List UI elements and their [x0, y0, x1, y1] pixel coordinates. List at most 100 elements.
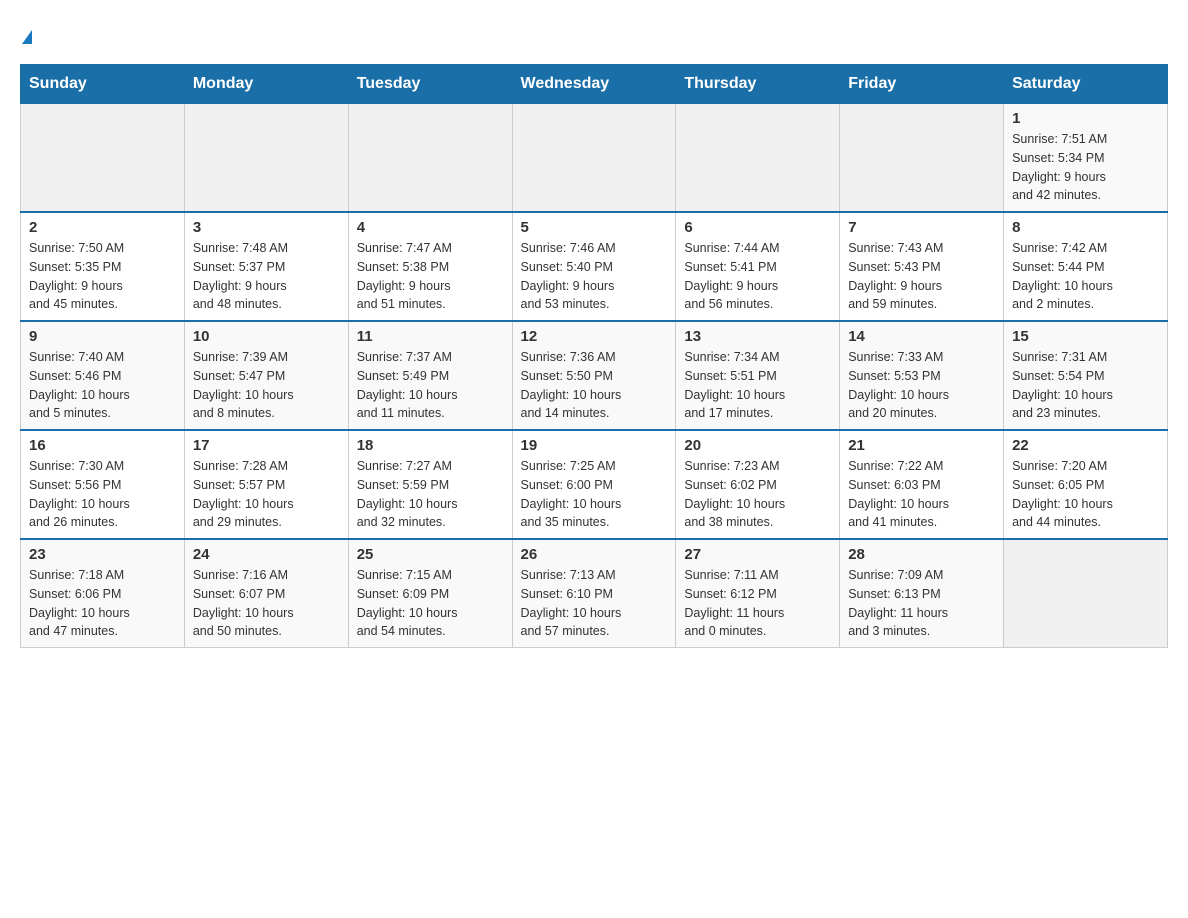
weekday-header-sunday: Sunday — [21, 65, 185, 104]
logo — [20, 20, 32, 48]
weekday-header-thursday: Thursday — [676, 65, 840, 104]
day-number: 21 — [848, 437, 995, 454]
day-info: Sunrise: 7:28 AM Sunset: 5:57 PM Dayligh… — [193, 457, 340, 532]
calendar-cell: 26 Sunrise: 7:13 AM Sunset: 6:10 PM Dayli… — [512, 539, 676, 648]
calendar-table: SundayMondayTuesdayWednesdayThursdayFrid… — [20, 64, 1168, 648]
day-number: 24 — [193, 546, 340, 563]
day-info: Sunrise: 7:23 AM Sunset: 6:02 PM Dayligh… — [684, 457, 831, 532]
calendar-cell: 6 Sunrise: 7:44 AM Sunset: 5:41 PM Daylig… — [676, 212, 840, 321]
calendar-week-row: 9 Sunrise: 7:40 AM Sunset: 5:46 PM Daylig… — [21, 321, 1168, 430]
day-info: Sunrise: 7:27 AM Sunset: 5:59 PM Dayligh… — [357, 457, 504, 532]
day-number: 20 — [684, 437, 831, 454]
day-info: Sunrise: 7:48 AM Sunset: 5:37 PM Dayligh… — [193, 239, 340, 314]
calendar-cell — [184, 104, 348, 213]
day-info: Sunrise: 7:50 AM Sunset: 5:35 PM Dayligh… — [29, 239, 176, 314]
day-info: Sunrise: 7:43 AM Sunset: 5:43 PM Dayligh… — [848, 239, 995, 314]
day-number: 12 — [521, 328, 668, 345]
logo-general-line — [20, 20, 32, 48]
calendar-cell — [512, 104, 676, 213]
day-number: 22 — [1012, 437, 1159, 454]
calendar-cell: 17 Sunrise: 7:28 AM Sunset: 5:57 PM Dayli… — [184, 430, 348, 539]
day-info: Sunrise: 7:47 AM Sunset: 5:38 PM Dayligh… — [357, 239, 504, 314]
day-number: 28 — [848, 546, 995, 563]
calendar-cell: 3Sunrise: 7:48 AM Sunset: 5:37 PM Daylig… — [184, 212, 348, 321]
calendar-cell — [348, 104, 512, 213]
calendar-cell — [840, 104, 1004, 213]
page-header — [20, 20, 1168, 48]
calendar-header: SundayMondayTuesdayWednesdayThursdayFrid… — [21, 65, 1168, 104]
day-info: Sunrise: 7:37 AM Sunset: 5:49 PM Dayligh… — [357, 348, 504, 423]
day-number: 14 — [848, 328, 995, 345]
day-number: 13 — [684, 328, 831, 345]
calendar-cell: 14 Sunrise: 7:33 AM Sunset: 5:53 PM Dayli… — [840, 321, 1004, 430]
calendar-cell: 21 Sunrise: 7:22 AM Sunset: 6:03 PM Dayli… — [840, 430, 1004, 539]
calendar-cell: 2 Sunrise: 7:50 AM Sunset: 5:35 PM Daylig… — [21, 212, 185, 321]
calendar-cell: 23Sunrise: 7:18 AM Sunset: 6:06 PM Dayli… — [21, 539, 185, 648]
day-number: 1 — [1012, 110, 1159, 127]
calendar-week-row: 16Sunrise: 7:30 AM Sunset: 5:56 PM Dayli… — [21, 430, 1168, 539]
day-number: 9 — [29, 328, 176, 345]
day-number: 26 — [521, 546, 668, 563]
day-info: Sunrise: 7:15 AM Sunset: 6:09 PM Dayligh… — [357, 566, 504, 641]
day-number: 23 — [29, 546, 176, 563]
calendar-cell: 20 Sunrise: 7:23 AM Sunset: 6:02 PM Dayli… — [676, 430, 840, 539]
day-info: Sunrise: 7:39 AM Sunset: 5:47 PM Dayligh… — [193, 348, 340, 423]
day-info: Sunrise: 7:31 AM Sunset: 5:54 PM Dayligh… — [1012, 348, 1159, 423]
calendar-cell: 22 Sunrise: 7:20 AM Sunset: 6:05 PM Dayli… — [1004, 430, 1168, 539]
calendar-cell: 12 Sunrise: 7:36 AM Sunset: 5:50 PM Dayli… — [512, 321, 676, 430]
day-number: 6 — [684, 219, 831, 236]
day-info: Sunrise: 7:20 AM Sunset: 6:05 PM Dayligh… — [1012, 457, 1159, 532]
day-info: Sunrise: 7:30 AM Sunset: 5:56 PM Dayligh… — [29, 457, 176, 532]
day-info: Sunrise: 7:36 AM Sunset: 5:50 PM Dayligh… — [521, 348, 668, 423]
calendar-cell — [21, 104, 185, 213]
day-number: 11 — [357, 328, 504, 345]
calendar-cell: 16Sunrise: 7:30 AM Sunset: 5:56 PM Dayli… — [21, 430, 185, 539]
weekday-header-monday: Monday — [184, 65, 348, 104]
weekday-header-friday: Friday — [840, 65, 1004, 104]
calendar-cell: 28 Sunrise: 7:09 AM Sunset: 6:13 PM Dayli… — [840, 539, 1004, 648]
day-number: 19 — [521, 437, 668, 454]
calendar-cell: 4 Sunrise: 7:47 AM Sunset: 5:38 PM Daylig… — [348, 212, 512, 321]
day-number: 5 — [521, 219, 668, 236]
calendar-cell: 19Sunrise: 7:25 AM Sunset: 6:00 PM Dayli… — [512, 430, 676, 539]
calendar-cell: 27 Sunrise: 7:11 AM Sunset: 6:12 PM Dayli… — [676, 539, 840, 648]
day-number: 15 — [1012, 328, 1159, 345]
calendar-cell: 13 Sunrise: 7:34 AM Sunset: 5:51 PM Dayli… — [676, 321, 840, 430]
calendar-cell: 24 Sunrise: 7:16 AM Sunset: 6:07 PM Dayli… — [184, 539, 348, 648]
day-number: 27 — [684, 546, 831, 563]
day-info: Sunrise: 7:34 AM Sunset: 5:51 PM Dayligh… — [684, 348, 831, 423]
day-info: Sunrise: 7:09 AM Sunset: 6:13 PM Dayligh… — [848, 566, 995, 641]
day-info: Sunrise: 7:22 AM Sunset: 6:03 PM Dayligh… — [848, 457, 995, 532]
day-info: Sunrise: 7:13 AM Sunset: 6:10 PM Dayligh… — [521, 566, 668, 641]
day-info: Sunrise: 7:33 AM Sunset: 5:53 PM Dayligh… — [848, 348, 995, 423]
weekday-header-row: SundayMondayTuesdayWednesdayThursdayFrid… — [21, 65, 1168, 104]
day-info: Sunrise: 7:16 AM Sunset: 6:07 PM Dayligh… — [193, 566, 340, 641]
day-number: 8 — [1012, 219, 1159, 236]
calendar-cell: 11 Sunrise: 7:37 AM Sunset: 5:49 PM Dayli… — [348, 321, 512, 430]
calendar-body: 1Sunrise: 7:51 AM Sunset: 5:34 PM Daylig… — [21, 104, 1168, 648]
calendar-cell: 7 Sunrise: 7:43 AM Sunset: 5:43 PM Daylig… — [840, 212, 1004, 321]
day-number: 7 — [848, 219, 995, 236]
day-info: Sunrise: 7:44 AM Sunset: 5:41 PM Dayligh… — [684, 239, 831, 314]
day-number: 2 — [29, 219, 176, 236]
weekday-header-saturday: Saturday — [1004, 65, 1168, 104]
day-info: Sunrise: 7:40 AM Sunset: 5:46 PM Dayligh… — [29, 348, 176, 423]
calendar-cell: 5 Sunrise: 7:46 AM Sunset: 5:40 PM Daylig… — [512, 212, 676, 321]
calendar-cell: 10Sunrise: 7:39 AM Sunset: 5:47 PM Dayli… — [184, 321, 348, 430]
calendar-cell: 1Sunrise: 7:51 AM Sunset: 5:34 PM Daylig… — [1004, 104, 1168, 213]
calendar-cell — [1004, 539, 1168, 648]
calendar-cell: 18 Sunrise: 7:27 AM Sunset: 5:59 PM Dayli… — [348, 430, 512, 539]
calendar-cell: 8 Sunrise: 7:42 AM Sunset: 5:44 PM Daylig… — [1004, 212, 1168, 321]
calendar-week-row: 2 Sunrise: 7:50 AM Sunset: 5:35 PM Daylig… — [21, 212, 1168, 321]
day-info: Sunrise: 7:11 AM Sunset: 6:12 PM Dayligh… — [684, 566, 831, 641]
day-number: 25 — [357, 546, 504, 563]
day-info: Sunrise: 7:46 AM Sunset: 5:40 PM Dayligh… — [521, 239, 668, 314]
weekday-header-tuesday: Tuesday — [348, 65, 512, 104]
day-info: Sunrise: 7:42 AM Sunset: 5:44 PM Dayligh… — [1012, 239, 1159, 314]
calendar-week-row: 23Sunrise: 7:18 AM Sunset: 6:06 PM Dayli… — [21, 539, 1168, 648]
day-number: 4 — [357, 219, 504, 236]
logo-triangle-icon — [22, 30, 32, 44]
day-number: 17 — [193, 437, 340, 454]
calendar-week-row: 1Sunrise: 7:51 AM Sunset: 5:34 PM Daylig… — [21, 104, 1168, 213]
day-number: 18 — [357, 437, 504, 454]
